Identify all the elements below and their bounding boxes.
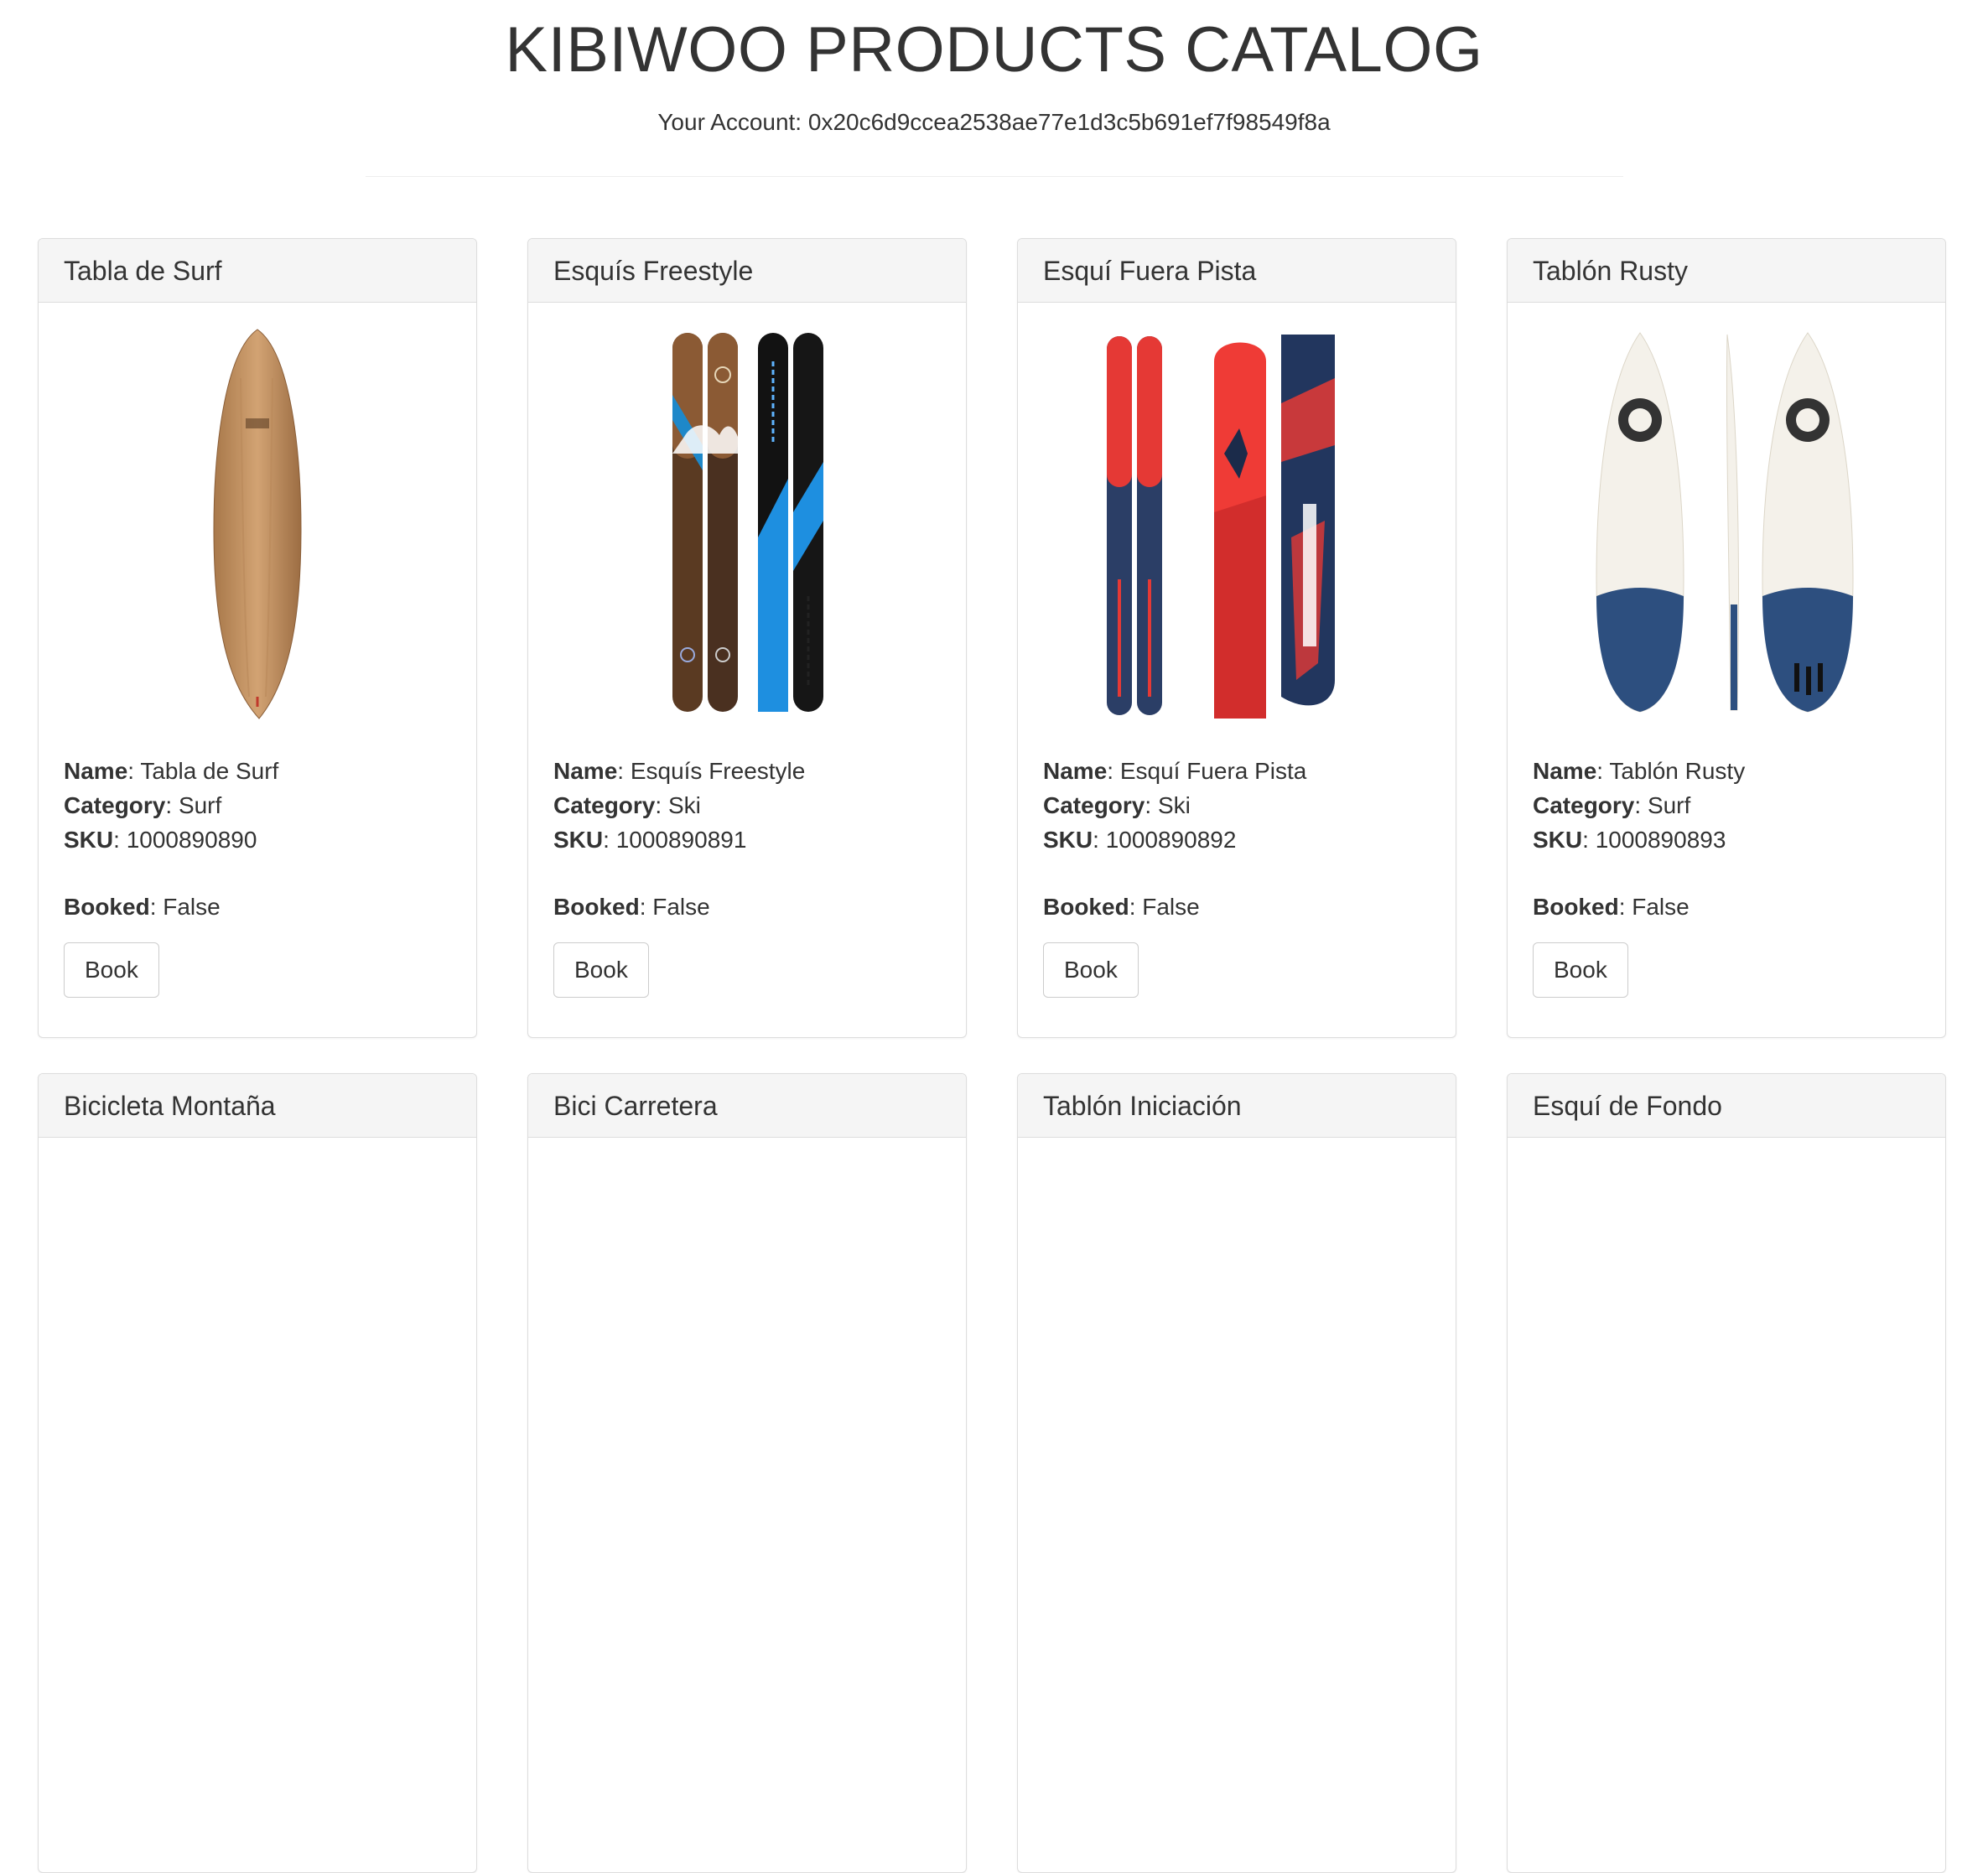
- book-button[interactable]: Book: [64, 942, 159, 998]
- product-name: Esquí Fuera Pista: [1119, 758, 1307, 784]
- product-booked-status: False: [1632, 894, 1690, 920]
- product-sku-row: SKU: 1000890890: [64, 827, 257, 853]
- product-details: Name: Esquí Fuera Pista Category: Ski SK…: [1043, 754, 1430, 924]
- product-card-title: Esquís Freestyle: [528, 239, 966, 303]
- product-card-title: Tablón Rusty: [1508, 239, 1945, 303]
- product-category: Surf: [178, 792, 222, 818]
- product-sku: 1000890892: [1105, 827, 1237, 853]
- product-card: Esquís Freestyle Name: Esquís Freestyle …: [527, 238, 967, 1038]
- product-card: Tablón Rusty Name: Tablón Rusty Category…: [1507, 238, 1946, 1038]
- product-card-title: Tablón Iniciación: [1018, 1074, 1456, 1138]
- product-image-freestyle-skis: [553, 328, 941, 722]
- product-sku-row: SKU: 1000890891: [553, 827, 747, 853]
- product-category-row: Category: Surf: [1533, 792, 1691, 818]
- product-name-row: Name: Esquís Freestyle: [553, 758, 806, 784]
- product-booked-status: False: [1142, 894, 1200, 920]
- product-details: Name: Esquís Freestyle Category: Ski SKU…: [553, 754, 941, 924]
- product-sku-row: SKU: 1000890892: [1043, 827, 1237, 853]
- product-category-row: Category: Surf: [64, 792, 222, 818]
- product-category-row: Category: Ski: [1043, 792, 1191, 818]
- product-name: Esquís Freestyle: [630, 758, 806, 784]
- product-name-row: Name: Esquí Fuera Pista: [1043, 758, 1307, 784]
- product-details: Name: Tablón Rusty Category: Surf SKU: 1…: [1533, 754, 1920, 924]
- product-card: Bicicleta Montaña: [38, 1073, 477, 1873]
- catalog-page: KIBIWOO PRODUCTS CATALOG Your Account: 0…: [0, 0, 1988, 1873]
- product-name: Tablón Rusty: [1609, 758, 1746, 784]
- product-image-shortboard: [1533, 328, 1920, 722]
- product-card-title: Bicicleta Montaña: [39, 1074, 476, 1138]
- account-label: Your Account:: [657, 109, 802, 135]
- product-card: Esquí de Fondo: [1507, 1073, 1946, 1873]
- product-name-row: Name: Tabla de Surf: [64, 758, 279, 784]
- product-booked-row: Booked: False: [1043, 894, 1200, 920]
- product-image-offpiste-skis: [1043, 328, 1430, 722]
- product-card-title: Bici Carretera: [528, 1074, 966, 1138]
- product-image-surfboard: [64, 328, 451, 722]
- book-button[interactable]: Book: [553, 942, 649, 998]
- product-card-title: Tabla de Surf: [39, 239, 476, 303]
- account-address: 0x20c6d9ccea2538ae77e1d3c5b691ef7f98549f…: [807, 109, 1331, 135]
- product-category: Ski: [667, 792, 701, 818]
- product-booked-row: Booked: False: [64, 894, 221, 920]
- product-booked-status: False: [652, 894, 710, 920]
- product-card-title: Esquí Fuera Pista: [1018, 239, 1456, 303]
- product-details: Name: Tabla de Surf Category: Surf SKU: …: [64, 754, 451, 924]
- product-category: Surf: [1647, 792, 1691, 818]
- product-grid: Tabla de Surf Name: Tabla de Surf Catego…: [38, 238, 1946, 1873]
- product-sku: 1000890891: [615, 827, 747, 853]
- page-title: KIBIWOO PRODUCTS CATALOG: [505, 14, 1483, 86]
- book-button[interactable]: Book: [1533, 942, 1628, 998]
- product-name: Tabla de Surf: [140, 758, 279, 784]
- product-booked-row: Booked: False: [553, 894, 710, 920]
- product-card: Bici Carretera: [527, 1073, 967, 1873]
- header-divider: [365, 176, 1623, 177]
- product-sku-row: SKU: 1000890893: [1533, 827, 1726, 853]
- product-booked-row: Booked: False: [1533, 894, 1690, 920]
- product-card: Tabla de Surf Name: Tabla de Surf Catego…: [38, 238, 477, 1038]
- page-header: KIBIWOO PRODUCTS CATALOG Your Account: 0…: [0, 0, 1988, 177]
- product-sku: 1000890890: [126, 827, 257, 853]
- product-name-row: Name: Tablón Rusty: [1533, 758, 1746, 784]
- product-booked-status: False: [163, 894, 221, 920]
- product-card-title: Esquí de Fondo: [1508, 1074, 1945, 1138]
- book-button[interactable]: Book: [1043, 942, 1139, 998]
- account-info: Your Account: 0x20c6d9ccea2538ae77e1d3c5…: [0, 109, 1988, 136]
- product-sku: 1000890893: [1595, 827, 1726, 853]
- product-card: Tablón Iniciación: [1017, 1073, 1456, 1873]
- product-category-row: Category: Ski: [553, 792, 701, 818]
- product-card: Esquí Fuera Pista Name: Esquí Fuera Pist…: [1017, 238, 1456, 1038]
- product-category: Ski: [1157, 792, 1191, 818]
